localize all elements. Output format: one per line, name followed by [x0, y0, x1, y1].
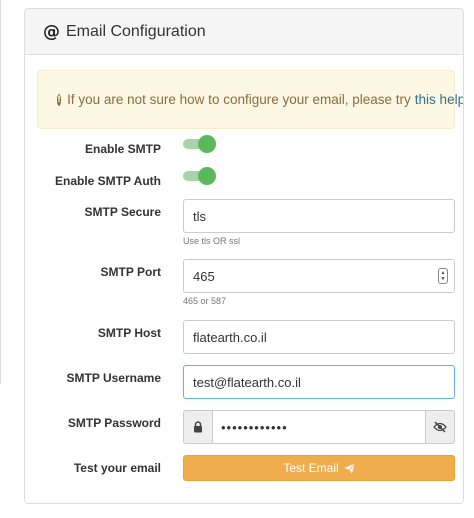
- smtp-port-value: 465: [193, 268, 215, 284]
- smtp-port-label: SMTP Port: [100, 265, 161, 279]
- toggle-knob: [198, 167, 216, 185]
- panel-heading: @ Email Configuration: [25, 9, 463, 55]
- paper-plane-icon: [344, 462, 355, 474]
- enable-smtp-auth-toggle[interactable]: [183, 167, 216, 185]
- smtp-password-value: ••••••••••••: [221, 419, 288, 435]
- eye-slash-icon[interactable]: [426, 410, 455, 444]
- smtp-port-input[interactable]: 465 ▲ ▼: [183, 259, 455, 293]
- smtp-password-label: SMTP Password: [67, 416, 161, 430]
- panel-title: Email Configuration: [66, 22, 206, 40]
- help-alert: ! If you are not sure how to configure y…: [37, 70, 463, 129]
- smtp-port-help: 465 or 587: [183, 296, 227, 306]
- smtp-secure-input[interactable]: tls: [183, 199, 455, 233]
- email-configuration-panel: @ Email Configuration ! If you are not s…: [24, 8, 464, 504]
- info-icon: !: [57, 93, 62, 106]
- smtp-secure-value: tls: [193, 208, 206, 224]
- alert-text: If you are not sure how to configure you…: [67, 92, 411, 107]
- enable-smtp-toggle[interactable]: [183, 135, 216, 153]
- help-link[interactable]: this help: [415, 92, 463, 107]
- smtp-secure-help: Use tls OR ssl: [183, 236, 241, 246]
- number-spinner-icon[interactable]: ▲ ▼: [438, 268, 448, 284]
- smtp-host-input[interactable]: flatearth.co.il: [183, 320, 455, 354]
- smtp-host-label: SMTP Host: [97, 326, 161, 340]
- smtp-username-value: test@flatearth.co.il: [193, 374, 301, 390]
- at-icon: @: [43, 21, 60, 42]
- enable-smtp-label: Enable SMTP: [84, 142, 161, 156]
- smtp-secure-label: SMTP Secure: [84, 205, 161, 219]
- smtp-username-label: SMTP Username: [66, 371, 161, 385]
- test-email-button[interactable]: Test Email: [183, 455, 455, 481]
- test-email-label: Test your email: [73, 461, 161, 475]
- test-email-button-label: Test Email: [283, 461, 339, 475]
- smtp-password-group: ••••••••••••: [183, 410, 455, 444]
- enable-smtp-auth-label: Enable SMTP Auth: [54, 174, 161, 188]
- left-divider: [0, 0, 1, 384]
- lock-icon: [183, 410, 212, 444]
- smtp-host-value: flatearth.co.il: [193, 329, 267, 345]
- smtp-password-input[interactable]: ••••••••••••: [212, 410, 426, 444]
- toggle-knob: [198, 135, 216, 153]
- spinner-down-icon: ▼: [440, 276, 446, 282]
- smtp-username-input[interactable]: test@flatearth.co.il: [183, 365, 455, 399]
